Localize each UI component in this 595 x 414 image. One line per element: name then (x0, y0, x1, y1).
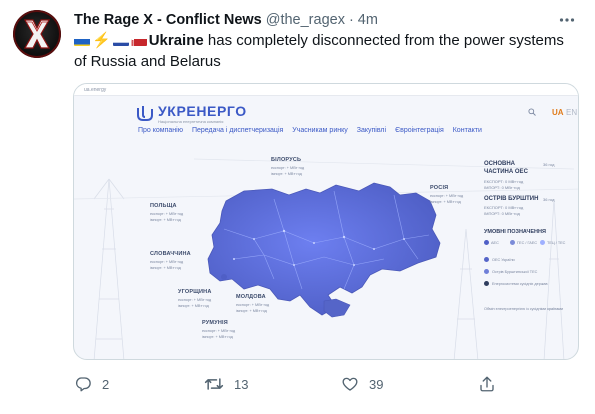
region-romania-export: експорт: + МВт·год (202, 329, 236, 333)
burshtyn-import: ІМПОРТ: 0 МВт·год (484, 211, 520, 216)
legend-tes-marker (540, 240, 545, 245)
lightning-icon: ⚡ (92, 32, 111, 49)
share-button[interactable] (478, 373, 506, 395)
share-icon (480, 376, 494, 392)
more-options-button[interactable] (557, 10, 577, 30)
tweet-text-body: has completely disconnected from the pow… (74, 32, 564, 70)
region-belarus-export: експорт: + МВт·год (271, 166, 305, 170)
retweet-icon (204, 378, 224, 390)
rage-x-logo-icon (13, 10, 61, 58)
region-russia: РОСІЯ (430, 185, 449, 191)
display-name[interactable]: The Rage X - Conflict News (74, 12, 262, 28)
crimea (323, 298, 351, 318)
legend-title: УМОВНІ ПОЗНАЧЕННЯ (484, 229, 546, 235)
oes-export: ЕКСПОРТ: 0 МВт·год (484, 179, 524, 184)
url-text: ua.energy (84, 87, 107, 93)
tweet-actions: 2 13 39 (74, 373, 574, 395)
legend-burshtyn: Острів Бурштинської ТЕС (492, 270, 538, 274)
search-icon (528, 108, 536, 116)
like-count: 39 (369, 376, 384, 392)
region-russia-export: експорт: + МВт·год (430, 194, 464, 198)
region-moldova-import: імпорт: + МВт·год (236, 309, 267, 313)
region-poland-export: експорт: + МВт·год (150, 212, 184, 216)
energy-map: БІЛОРУСЬ експорт: + МВт·год імпорт: + МВ… (74, 139, 578, 359)
nav-item: Контакти (452, 127, 482, 134)
legend-burshtyn-marker (484, 269, 489, 274)
legend-neighbors-marker (484, 281, 489, 286)
ukrenergo-logo-icon (137, 106, 153, 121)
oes-title-1: ОСНОВНА (484, 161, 515, 167)
tweet-timestamp[interactable]: 4m (358, 12, 378, 28)
region-belarus: БІЛОРУСЬ (271, 157, 302, 163)
lang-en: EN (566, 108, 578, 117)
region-hungary-export: експорт: + МВт·год (178, 298, 212, 302)
tweet-text-bold: Ukraine (148, 32, 204, 49)
ukrenergo-logo-text: УКРЕНЕРГО (158, 103, 247, 119)
legend-hes: ГЕС / ГАЕС (517, 241, 538, 245)
retweet-button[interactable]: 13 (204, 373, 248, 395)
region-poland: ПОЛЬЩА (150, 203, 177, 209)
legend-note: Обмін електроенергією із сусідніми країн… (484, 307, 564, 311)
logo-subtitle: Національна енергетична компанія (158, 119, 224, 124)
burshtyn-island-marker (221, 274, 227, 280)
nav-item: Про компанію (138, 127, 183, 134)
russia-flag-icon (112, 35, 129, 46)
site-nav: Про компанію Передача і диспетчеризація … (138, 127, 491, 134)
heart-icon (342, 377, 358, 391)
legend-neighbors: Енергосистеми сусідніх держав (492, 282, 548, 286)
reply-button[interactable]: 2 (74, 373, 109, 395)
browser-bar: ua.energy (74, 84, 578, 96)
region-slovakia-export: експорт: + МВт·год (150, 260, 184, 264)
nav-item: Євроінтеграція (395, 127, 444, 134)
nav-item: Передача і диспетчеризація (191, 127, 284, 134)
region-romania-import: імпорт: + МВт·год (202, 335, 233, 339)
tweet-text: ⚡ Ukraine has completely disconnected fro… (74, 30, 579, 72)
region-poland-import: імпорт: + МВт·год (150, 218, 181, 222)
region-romania: РУМУНІЯ (202, 320, 228, 326)
nav-item: Закупівлі (356, 127, 387, 134)
nav-item: Учасникам ринку (292, 127, 348, 134)
region-belarus-import: імпорт: + МВт·год (271, 172, 302, 176)
separator-dot: · (348, 12, 354, 28)
region-moldova-export: експорт: + МВт·год (236, 303, 270, 307)
tweet-header: The Rage X - Conflict News @the_ragex · … (74, 11, 378, 29)
region-moldova: МОЛДОВА (236, 294, 266, 300)
burshtyn-export: ЕКСПОРТ: 0 МВт·год (484, 205, 524, 210)
tweet-media-image[interactable]: ua.energy УКРЕНЕРГО Національна енергети… (73, 83, 579, 360)
oes-import: ІМПОРТ: 0 МВт·год (484, 185, 520, 190)
legend-aes-marker (484, 240, 489, 245)
ukraine-flag-icon (74, 35, 90, 46)
region-slovakia: СЛОВАЧЧИНА (150, 251, 191, 257)
more-horizontal-icon (559, 18, 575, 22)
belarus-flag-icon (130, 35, 147, 46)
reply-count: 2 (102, 376, 110, 392)
legend-oes: ОЕС України (492, 258, 515, 262)
oes-value: 36 год (543, 162, 555, 167)
burshtyn-title: ОСТРІВ БУРШТИН (484, 196, 539, 202)
tweet[interactable]: The Rage X - Conflict News @the_ragex · … (0, 0, 595, 414)
user-handle[interactable]: @the_ragex (266, 12, 345, 28)
region-slovakia-import: імпорт: + МВт·год (150, 266, 181, 270)
legend-hes-marker (510, 240, 515, 245)
like-button[interactable]: 39 (341, 373, 383, 395)
legend-tes: ТЕЦ / ТЕС (547, 241, 566, 245)
legend-oes-marker (484, 257, 489, 262)
avatar[interactable] (13, 10, 61, 58)
retweet-count: 13 (234, 376, 249, 392)
burshtyn-value: 36 год (543, 197, 555, 202)
region-hungary: УГОРЩИНА (178, 289, 212, 295)
region-russia-import: імпорт: + МВт·год (430, 200, 461, 204)
reply-icon (75, 377, 91, 392)
legend-aes: АЕС (491, 241, 499, 245)
region-hungary-import: імпорт: + МВт·год (178, 304, 209, 308)
lang-ua: UA (552, 108, 564, 117)
oes-title-2: ЧАСТИНА ОЕС (484, 169, 528, 175)
